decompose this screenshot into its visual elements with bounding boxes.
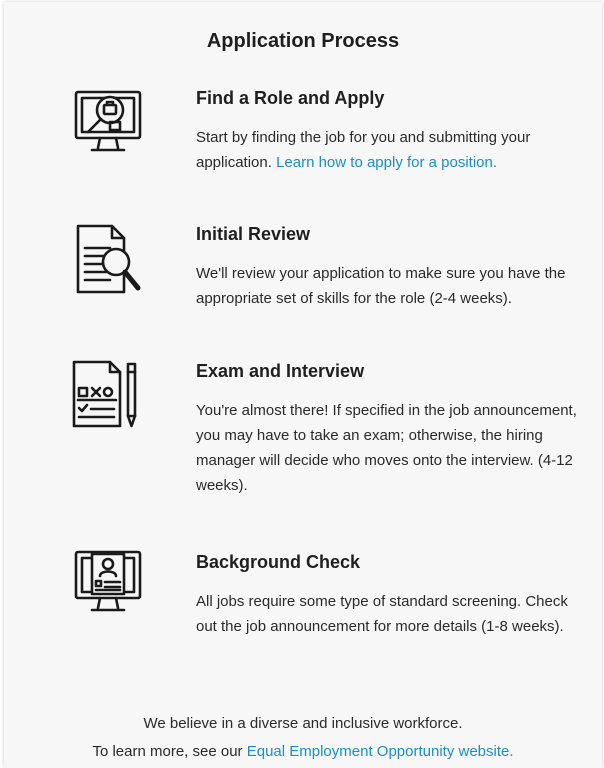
step-heading: Background Check xyxy=(196,552,361,572)
eeo-website-link[interactable]: Equal Employment Opportunity website. xyxy=(247,743,514,760)
exam-pencil-icon xyxy=(70,354,146,430)
step-description: You're almost there! If specified in the… xyxy=(196,402,577,494)
step-description: All jobs require some type of standard s… xyxy=(196,593,568,635)
computer-search-icon xyxy=(70,84,146,160)
step-heading: Initial Review xyxy=(196,224,311,244)
footer-eeo: We believe in a diverse and inclusive wo… xyxy=(4,710,602,766)
apply-help-link[interactable]: Learn how to apply for a position. xyxy=(276,154,497,171)
computer-profile-icon xyxy=(70,544,146,620)
footer-line-eeo: To learn more, see our Equal Employment … xyxy=(92,743,514,760)
footer-line-diversity: We believe in a diverse and inclusive wo… xyxy=(143,715,463,732)
application-process-card: Application Process Find a Role and Appl… xyxy=(4,2,602,768)
document-magnifier-icon xyxy=(70,220,146,296)
step-heading: Find a Role and Apply xyxy=(196,88,385,108)
step-description: Start by finding the job for you and sub… xyxy=(196,129,531,171)
page-title: Application Process xyxy=(206,30,400,52)
step-heading: Exam and Interview xyxy=(196,361,365,381)
step-description: We'll review your application to make su… xyxy=(196,265,566,307)
